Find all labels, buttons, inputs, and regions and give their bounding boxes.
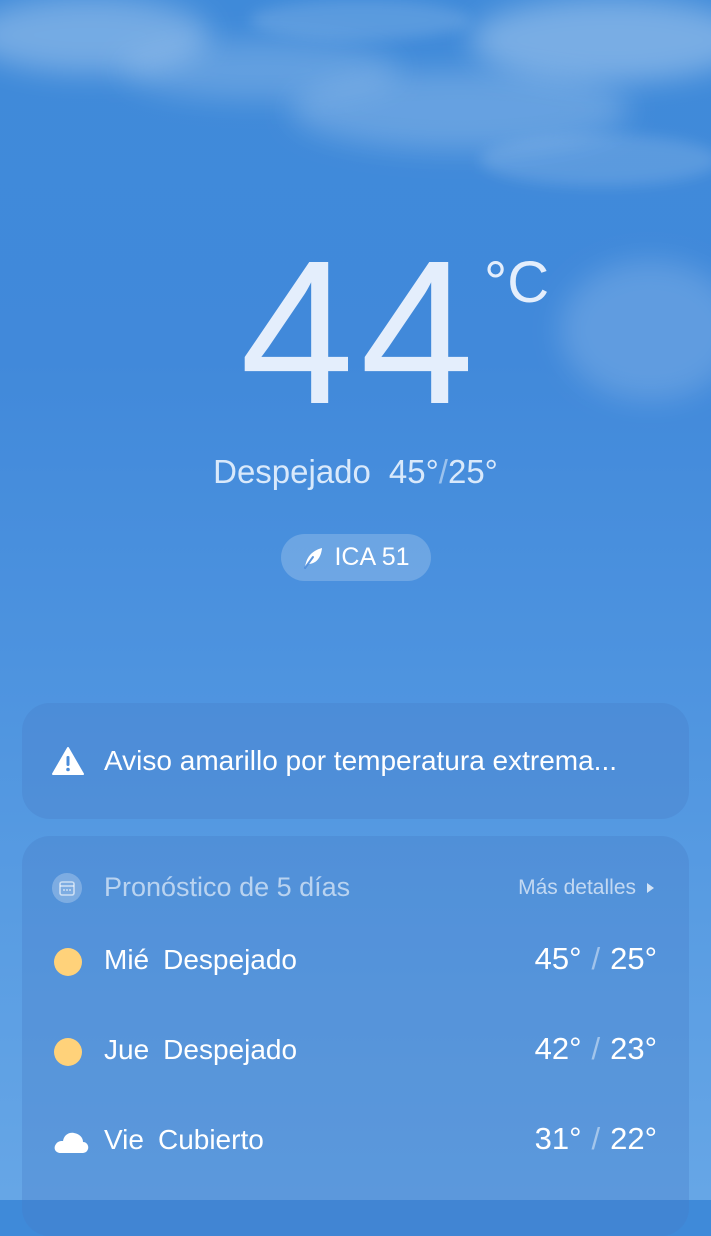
more-details-link[interactable]: Más detalles [518, 876, 655, 900]
forecast-row-wed[interactable]: Mié Despejado 45° / 25° [22, 936, 689, 986]
alert-text: Aviso amarillo por temperatura extrema..… [104, 745, 618, 776]
forecast-low: 23° [610, 1031, 657, 1066]
current-high: 45° [388, 453, 439, 490]
forecast-day-label: Jue Despejado [104, 1034, 297, 1066]
current-summary: Despejado 45°/25° [0, 452, 711, 492]
forecast-condition: Cubierto [157, 1124, 264, 1155]
forecast-condition: Despejado [163, 1034, 298, 1065]
temp-separator: / [591, 941, 601, 976]
forecast-header: Pronóstico de 5 días Más detalles [22, 868, 689, 908]
temperature-value: 44 [240, 218, 481, 447]
forecast-day: Vie [104, 1124, 144, 1155]
temp-separator: / [591, 1121, 601, 1156]
more-details-label: Más detalles [518, 876, 636, 899]
weather-alert-card[interactable]: Aviso amarillo por temperatura extrema..… [22, 703, 689, 819]
warning-icon [52, 747, 84, 775]
forecast-high: 42° [534, 1031, 582, 1066]
current-low: 25° [447, 453, 498, 490]
cloud-icon [54, 1132, 89, 1153]
forecast-card: Pronóstico de 5 días Más detalles Mié Des… [22, 836, 689, 1236]
aqi-label: ICA 51 [334, 543, 410, 571]
forecast-condition: Despejado [163, 944, 297, 975]
temp-separator: / [591, 1031, 601, 1066]
forecast-high: 31° [534, 1121, 582, 1156]
forecast-row-thu[interactable]: Jue Despejado 42° / 23° [22, 1026, 689, 1076]
high-low-separator: / [438, 453, 448, 490]
calendar-icon [52, 873, 82, 903]
sun-icon [54, 1038, 82, 1066]
play-arrow-icon [647, 883, 654, 893]
forecast-high: 45° [534, 941, 582, 976]
forecast-low: 25° [610, 941, 657, 976]
temperature-unit: °C [484, 250, 550, 315]
forecast-day-label: Mié Despejado [104, 944, 297, 976]
forecast-title: Pronóstico de 5 días [104, 872, 351, 902]
forecast-low: 22° [610, 1121, 657, 1156]
forecast-row-fri[interactable]: Vie Cubierto 31° / 22° [22, 1116, 689, 1166]
aqi-button[interactable]: ICA 51 [281, 534, 431, 581]
current-temperature: 44 °C [0, 230, 711, 435]
sun-icon [54, 948, 82, 976]
forecast-temps: 42° / 23° [535, 1031, 657, 1067]
current-condition: Despejado [213, 453, 371, 490]
forecast-day: Mié [104, 944, 150, 975]
forecast-day: Jue [104, 1034, 150, 1065]
forecast-day-label: Vie Cubierto [104, 1124, 264, 1156]
forecast-temps: 31° / 22° [535, 1121, 657, 1157]
forecast-temps: 45° / 25° [535, 941, 657, 977]
leaf-icon [304, 547, 323, 569]
